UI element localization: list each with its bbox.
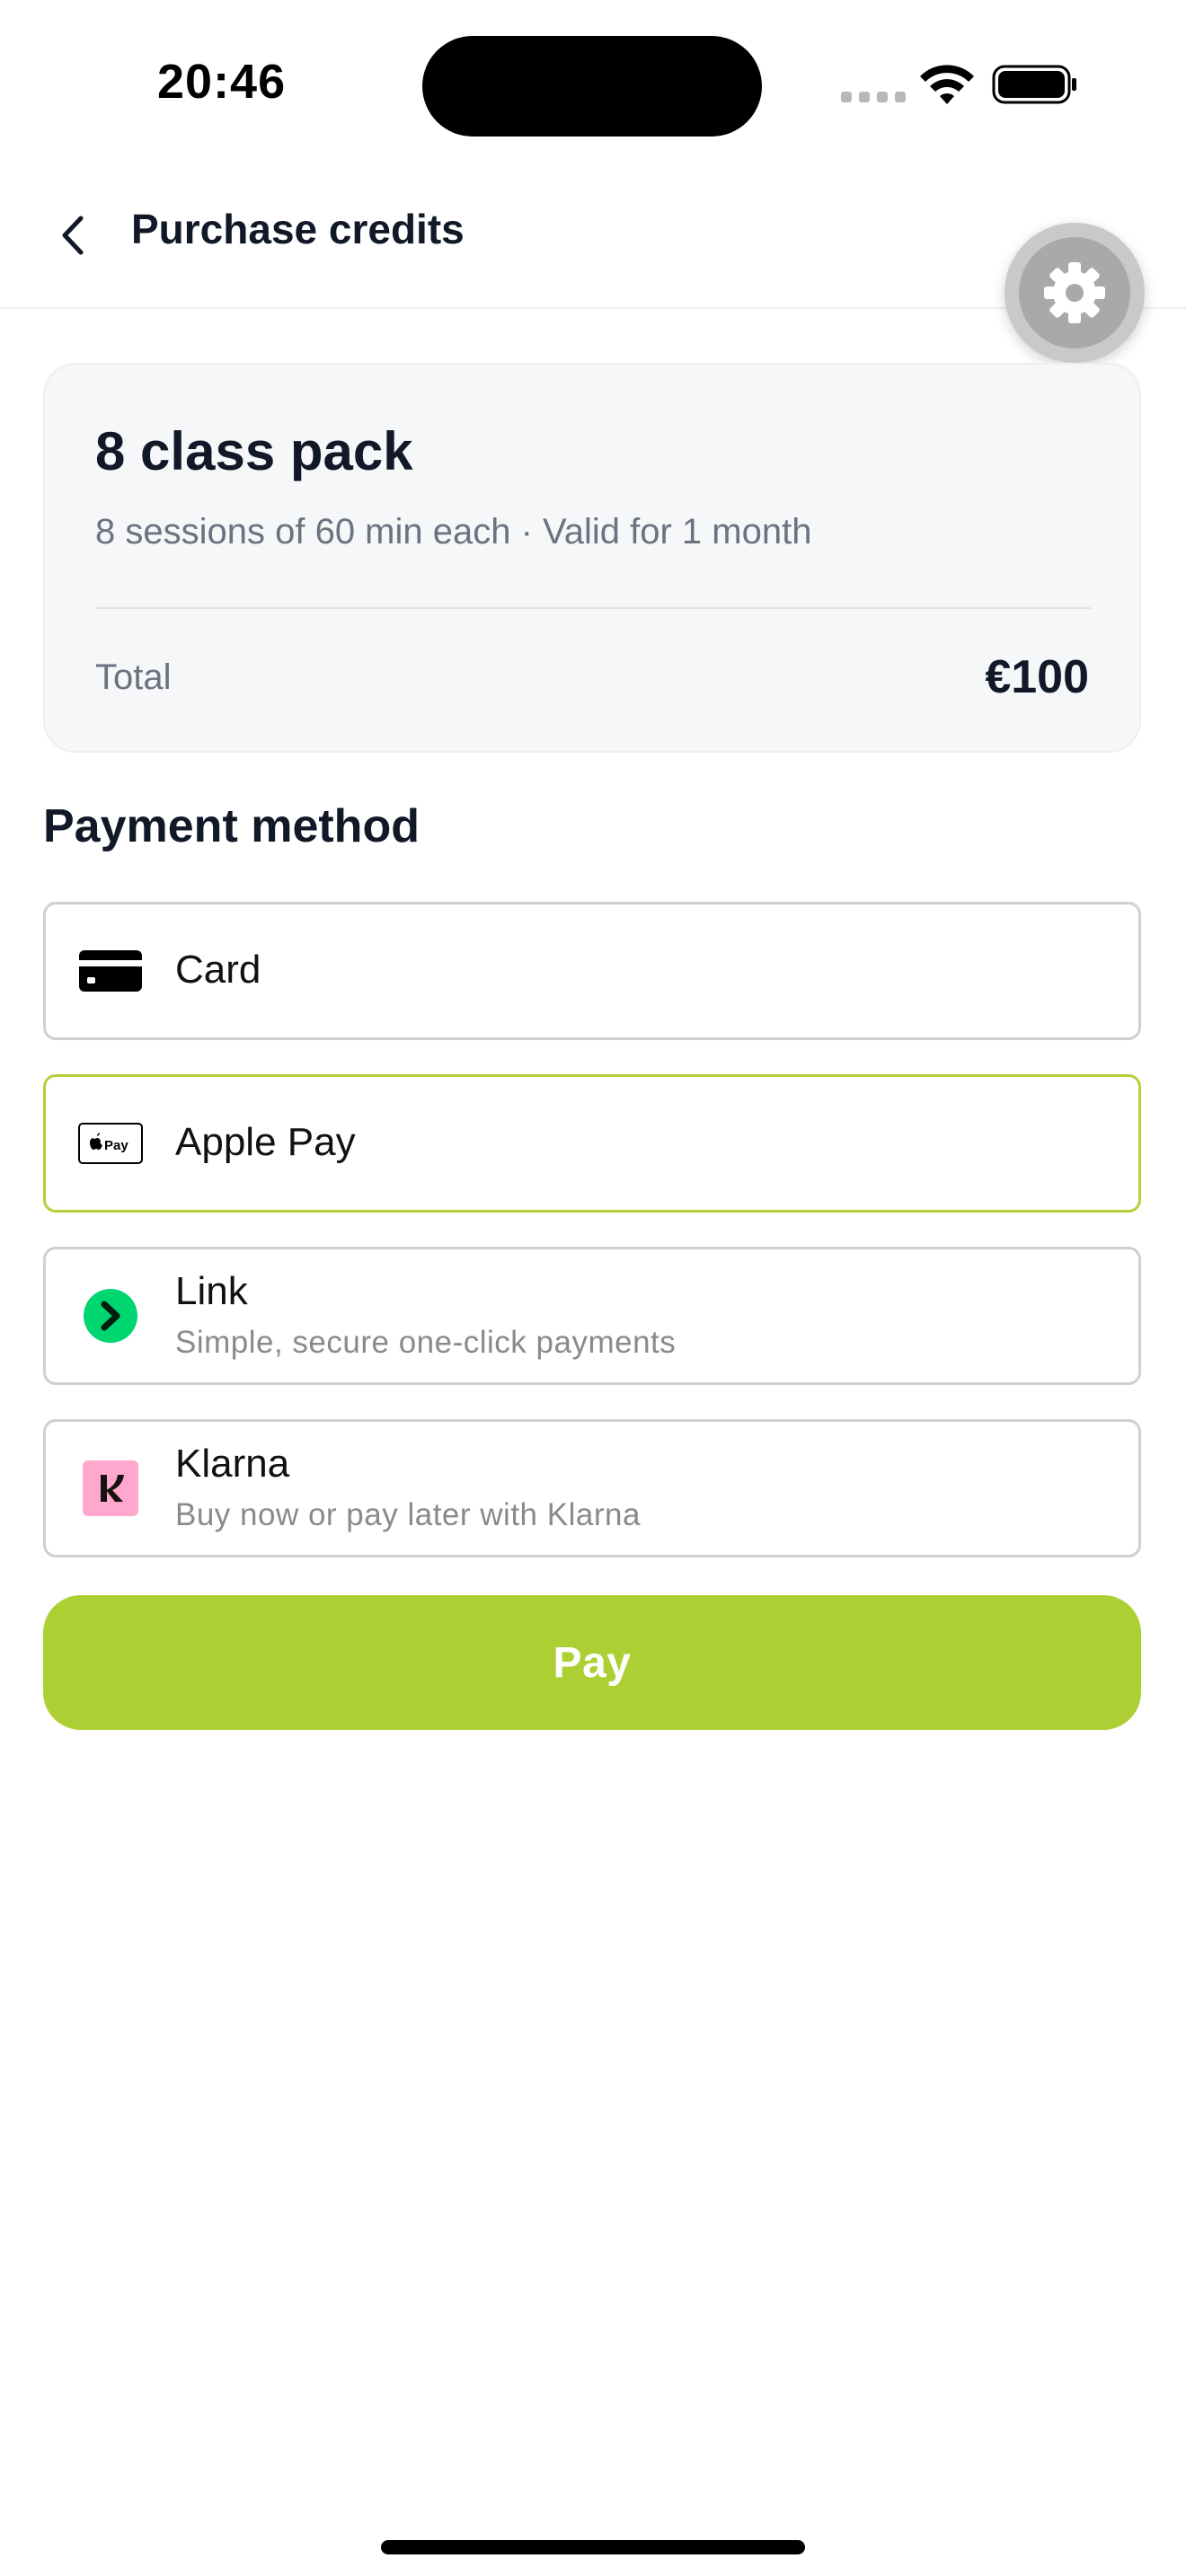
- payment-option-label: Card: [175, 948, 261, 992]
- payment-option-label: Apple Pay: [175, 1120, 356, 1164]
- status-time: 20:46: [157, 55, 287, 109]
- apple-pay-icon: Pay: [78, 1116, 143, 1170]
- payment-option-label: Link: [175, 1269, 248, 1313]
- settings-button[interactable]: [1005, 223, 1145, 363]
- home-indicator[interactable]: [381, 2540, 805, 2554]
- status-bar: 20:46: [0, 0, 1186, 171]
- klarna-icon: [78, 1460, 143, 1516]
- payment-option-apple-pay[interactable]: Pay Apple Pay: [43, 1074, 1141, 1213]
- chevron-left-icon: [62, 216, 84, 255]
- battery-icon: [992, 65, 1076, 104]
- pack-title: 8 class pack: [95, 421, 413, 481]
- divider: [95, 607, 1091, 609]
- payment-option-link[interactable]: Link Simple, secure one-click payments: [43, 1247, 1141, 1385]
- payment-option-label: Klarna: [175, 1442, 290, 1486]
- payment-option-subtitle: Buy now or pay later with Klarna: [175, 1497, 641, 1532]
- payment-option-card[interactable]: Card: [43, 902, 1141, 1040]
- gear-icon: [1044, 262, 1105, 323]
- payment-option-subtitle: Simple, secure one-click payments: [175, 1325, 677, 1360]
- pay-button[interactable]: Pay: [43, 1595, 1141, 1730]
- order-summary-card: 8 class pack 8 sessions of 60 min each ·…: [43, 363, 1141, 753]
- pack-description: 8 sessions of 60 min each · Valid for 1 …: [95, 512, 812, 551]
- wifi-icon: [920, 65, 974, 104]
- payment-method-heading: Payment method: [43, 800, 420, 852]
- payment-option-klarna[interactable]: Klarna Buy now or pay later with Klarna: [43, 1419, 1141, 1557]
- link-icon: [78, 1289, 143, 1343]
- total-label: Total: [95, 657, 172, 697]
- cellular-signal-icon: [841, 92, 906, 102]
- back-button[interactable]: [45, 199, 99, 271]
- svg-text:Pay: Pay: [104, 1138, 128, 1153]
- page-title: Purchase credits: [131, 206, 465, 252]
- total-value: €100: [985, 651, 1089, 703]
- dynamic-island: [422, 36, 762, 137]
- credit-card-icon: [78, 944, 143, 998]
